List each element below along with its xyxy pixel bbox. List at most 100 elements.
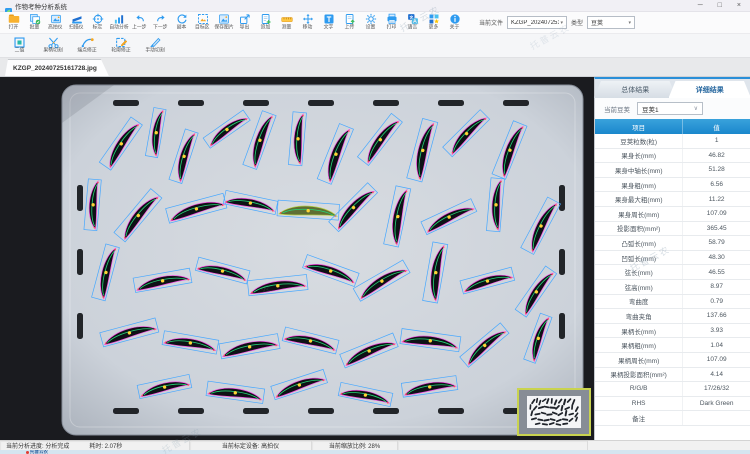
result-item-name: 果柄投影面积(mm²) — [595, 368, 683, 382]
type-value: 豆荚 — [591, 18, 626, 27]
document-tab[interactable]: KZGP_20240725161728.jpg — [5, 59, 109, 76]
auto-analyze-chart-icon — [113, 13, 125, 25]
toolbar-button-label: 批量 — [30, 25, 40, 31]
tab-detailed-results[interactable]: 详细结果 — [669, 81, 750, 98]
toolbar-button-doc-camera[interactable]: 高拍仪 — [45, 13, 66, 32]
about-info-icon — [449, 13, 461, 25]
status-elapsed: 耗时: 2.07秒 — [89, 441, 122, 450]
result-row: 果柄周长(mm)107.09 — [595, 353, 750, 368]
result-row: RHSDark Green — [595, 397, 750, 412]
status-device: 当前标定设备: 高拍仪 — [222, 441, 279, 450]
edit-toolbar: 二值果柄切割端点修正 轮廓修正手动切割 — [0, 34, 750, 58]
result-row: 弦高(mm)8.97 — [595, 280, 750, 295]
toolbar-button-contour-fix-pencil[interactable]: 轮廓修正 — [108, 36, 135, 55]
toolbar-button-open-folder[interactable]: 打开 — [3, 13, 24, 32]
toolbar-button-copy-refresh[interactable]: 副本 — [171, 13, 192, 32]
toolbar-button-label: 关于 — [450, 25, 460, 31]
toolbar-button-label: 目标区 — [195, 25, 210, 31]
type-select[interactable]: 豆荚 ▾ — [587, 16, 635, 29]
toolbar-button-calibration-target[interactable]: 标定 — [87, 13, 108, 32]
toolbar-button-append-plus[interactable]: 追加 — [255, 13, 276, 32]
export-arrow-icon — [239, 13, 251, 25]
toolbar-button-more-grid[interactable]: 更多 — [423, 13, 444, 32]
toolbar-button-language-translate[interactable]: 语言 — [402, 13, 423, 32]
toolbar-button-measure-ruler[interactable]: 测量 — [276, 13, 297, 32]
toolbar-button-manual-cut-knife[interactable]: 手动切割 — [142, 36, 169, 55]
current-pod-select[interactable]: 豆荚1 ∨ — [637, 102, 703, 115]
endpoint-fix-arc-icon — [81, 36, 94, 48]
results-panel: 总体结果 详细结果 当前豆荚 豆荚1 ∨ 项目 值 豆荚粒数(粒)1果身长(mm… — [594, 77, 750, 440]
result-item-name: 果柄周长(mm) — [595, 353, 683, 367]
toolbar-button-redo-arrow[interactable]: 下一步 — [150, 13, 171, 32]
toolbar-button-about-info[interactable]: 关于 — [444, 13, 465, 32]
result-item-value: 107.09 — [683, 207, 750, 221]
toolbar-button-save-image[interactable]: 保存图片 — [213, 13, 234, 32]
toolbar-dropdowns: 当前文件 KZGP_20240725161728.jpg ▾ 类型 豆荚 ▾ — [479, 16, 635, 29]
toolbar-button-label: 打印 — [387, 25, 397, 31]
header-item-column: 项目 — [595, 119, 683, 134]
append-plus-icon — [260, 13, 272, 25]
toolbar-button-print-printer[interactable]: 打印 — [381, 13, 402, 32]
result-item-value: 137.66 — [683, 309, 750, 323]
window-title: 作物考种分析系统 — [15, 1, 67, 11]
result-item-name: 果柄粗(mm) — [595, 338, 683, 352]
toolbar-button-text-t[interactable]: 文字 — [318, 13, 339, 32]
toolbar-button-label: 自动分析 — [109, 25, 128, 31]
minimap[interactable] — [518, 389, 590, 435]
result-item-name: 果身长(mm) — [595, 149, 683, 163]
toolbar-button-label: 扫描仪 — [69, 25, 84, 31]
redo-arrow-icon — [155, 13, 167, 25]
toolbar-button-stem-cut-scissors[interactable]: 果柄切割 — [40, 36, 67, 55]
result-item-name: R/G/B — [595, 382, 683, 396]
results-table-body: 豆荚粒数(粒)1果身长(mm)46.82果身中轴长(mm)51.28果身粗(mm… — [595, 134, 750, 426]
result-row: 凸弧长(mm)58.79 — [595, 236, 750, 251]
result-item-value: 0.79 — [683, 295, 750, 309]
status-zoom-cell: 当前缩放比例: 28% — [312, 441, 398, 450]
result-item-name: 果身粗(mm) — [595, 178, 683, 192]
tab-overall-results[interactable]: 总体结果 — [594, 81, 677, 98]
toolbar-button-binary-threshold[interactable]: 二值 — [6, 36, 33, 55]
toolbar-button-batch-images[interactable]: 批量 — [24, 13, 45, 32]
calibration-target-icon — [92, 13, 104, 25]
app-window: 作物考种分析系统 ─ □ × 打开批量高拍仪扫描仪 标定自动分析上一步下一步副本目… — [0, 0, 750, 454]
result-item-name: 豆荚粒数(粒) — [595, 134, 683, 148]
toolbar-button-export-arrow[interactable]: 导出 — [234, 13, 255, 32]
toolbar-button-label: 手动切割 — [146, 48, 165, 54]
result-row: 备注 — [595, 411, 750, 426]
toolbar-button-label: 文字 — [324, 25, 334, 31]
result-item-name: 备注 — [595, 411, 683, 425]
toolbar-button-undo-arrow[interactable]: 上一步 — [129, 13, 150, 32]
chevron-down-icon: ▾ — [629, 20, 632, 26]
print-printer-icon — [386, 13, 398, 25]
status-progress: 当前分析进度: 分析完成 — [6, 441, 69, 450]
brand-logo-text: 托普云农 — [30, 450, 48, 454]
toolbar-button-auto-analyze-chart[interactable]: 自动分析 — [108, 13, 129, 32]
toolbar-button-label: 语言 — [408, 25, 418, 31]
result-row: 果身周长(mm)107.09 — [595, 207, 750, 222]
toolbar-button-label: 上一步 — [132, 25, 147, 31]
chevron-down-icon: ∨ — [694, 105, 698, 112]
result-item-value: 365.45 — [683, 222, 750, 236]
toolbar-button-target-area[interactable]: 目标区 — [192, 13, 213, 32]
result-item-value: 1 — [683, 134, 750, 148]
toolbar-button-endpoint-fix-arc[interactable]: 端点修正 — [74, 36, 101, 55]
status-bar: 当前分析进度: 分析完成 耗时: 2.07秒 当前标定设备: 高拍仪 当前缩放比… — [0, 440, 750, 450]
settings-gear-icon — [365, 13, 377, 25]
current-file-select[interactable]: KZGP_20240725161728.jpg ▾ — [507, 16, 567, 29]
status-zoom: 当前缩放比例: 28% — [329, 441, 380, 450]
image-viewer-canvas[interactable] — [0, 77, 594, 440]
maximize-button[interactable]: □ — [718, 1, 722, 11]
close-button[interactable]: × — [737, 1, 741, 11]
result-item-value: 107.09 — [683, 353, 750, 367]
toolbar-button-settings-gear[interactable]: 设置 — [360, 13, 381, 32]
toolbar-button-label: 端点修正 — [78, 48, 97, 54]
result-item-value: 17/26/32 — [683, 382, 750, 396]
toolbar-button-scanner[interactable]: 扫描仪 — [66, 13, 87, 32]
main-toolbar: 打开批量高拍仪扫描仪 标定自动分析上一步下一步副本目标区保存图片导出追加测量移动文… — [0, 12, 750, 34]
toolbar-button-label: 标定 — [93, 25, 103, 31]
result-row: 果身长(mm)46.82 — [595, 149, 750, 164]
toolbar-button-move-arrows[interactable]: 移动 — [297, 13, 318, 32]
minimize-button[interactable]: ─ — [698, 1, 703, 11]
toolbar-button-upload-doc[interactable]: 上传 — [339, 13, 360, 32]
main-toolbar-items: 打开批量高拍仪扫描仪 标定自动分析上一步下一步副本目标区保存图片导出追加测量移动文… — [3, 13, 465, 32]
